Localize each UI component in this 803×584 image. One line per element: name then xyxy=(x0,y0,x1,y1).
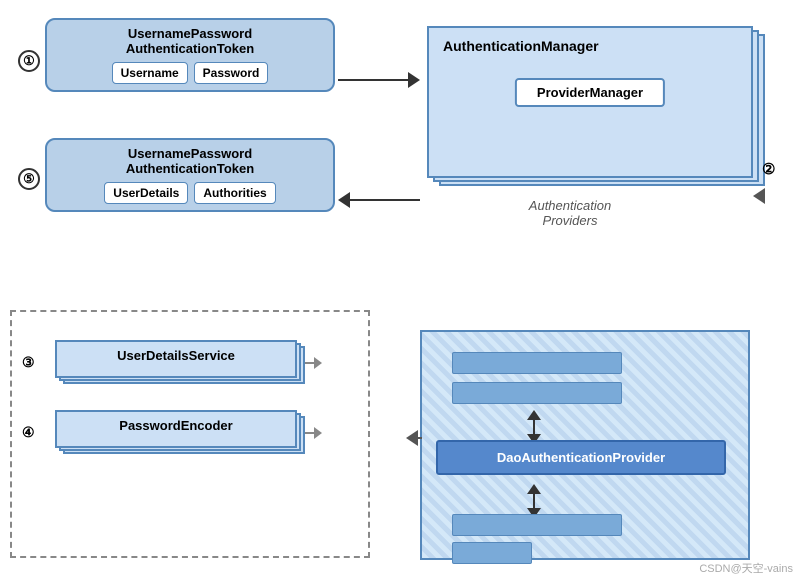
userdetails-field: UserDetails xyxy=(104,182,188,204)
token5-title: UsernamePasswordAuthenticationToken xyxy=(57,146,323,176)
diagram-container: ① UsernamePasswordAuthenticationToken Us… xyxy=(0,0,803,584)
number-4: ④ xyxy=(22,424,35,441)
bar-bottom-1 xyxy=(452,514,622,536)
token1-title: UsernamePasswordAuthenticationToken xyxy=(57,26,323,56)
arrow-dao-to-left xyxy=(406,430,422,446)
auth-providers-label: AuthenticationProviders xyxy=(470,198,670,228)
auth-manager-title: AuthenticationManager xyxy=(429,28,751,64)
number-2: ② xyxy=(762,160,775,178)
user-details-service-label: UserDetailsService xyxy=(57,342,295,369)
bar-top-1 xyxy=(452,352,622,374)
arrow-4-to-dao xyxy=(302,427,322,439)
number-3: ③ xyxy=(22,354,35,371)
username-field: Username xyxy=(112,62,188,84)
bar-bottom-2 xyxy=(452,542,532,564)
password-encoder-label: PasswordEncoder xyxy=(57,412,295,439)
authorities-field: Authorities xyxy=(194,182,275,204)
arrow-updown-bottom xyxy=(527,484,541,518)
password-field: Password xyxy=(194,62,269,84)
provider-manager-box: ProviderManager xyxy=(515,78,665,107)
arrow-1-to-manager xyxy=(338,72,420,88)
token1-box: UsernamePasswordAuthenticationToken User… xyxy=(45,18,335,92)
number-1: ① xyxy=(18,50,40,72)
arrow-updown-top xyxy=(527,410,541,444)
bar-top-2 xyxy=(452,382,622,404)
arrow-manager-to-5 xyxy=(338,192,420,208)
arrow-auth-to-dao xyxy=(753,188,765,204)
token5-box: UsernamePasswordAuthenticationToken User… xyxy=(45,138,335,212)
dao-outer-area: DaoAuthenticationProvider xyxy=(420,330,750,560)
number-5: ⑤ xyxy=(18,168,40,190)
watermark: CSDN@天空-vains xyxy=(699,560,793,576)
arrow-3-to-dao xyxy=(302,357,322,369)
dao-provider-box: DaoAuthenticationProvider xyxy=(436,440,726,475)
